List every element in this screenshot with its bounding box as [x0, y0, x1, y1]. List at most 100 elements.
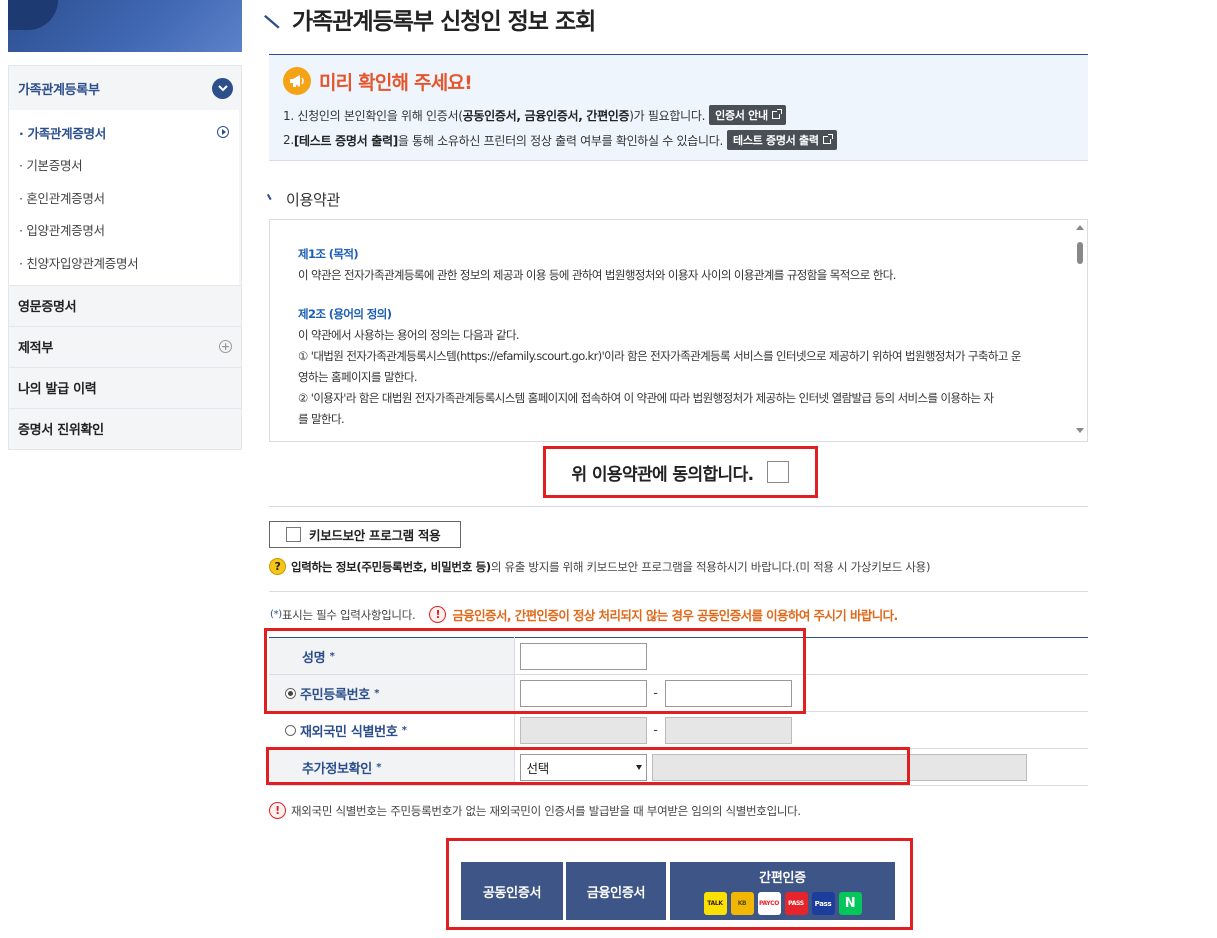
sidebar-item-label: 영문증명서	[18, 300, 77, 315]
sidebar-item-label: 제적부	[18, 341, 53, 356]
button-label: 금융인증서	[586, 885, 646, 901]
required-note: (*) 표시는 필수 입력사항입니다. ! 금융인증서, 간편인증이 정상 처리…	[270, 605, 898, 624]
sidebar: 가족관계등록부 · 가족관계증명서 · 기본증명서 · 혼인관계증명서 · 입양…	[8, 65, 242, 450]
megaphone-icon	[283, 67, 311, 95]
sidebar-submenu: · 가족관계증명서 · 기본증명서 · 혼인관계증명서 · 입양관계증명서 · …	[9, 110, 239, 285]
chevron-down-icon[interactable]	[212, 77, 233, 99]
foreign-id-footnote: ! 재외국민 식별번호는 주민등록번호가 없는 재외국민이 인증서를 발급받을 …	[269, 802, 801, 819]
terms-agree-checkbox[interactable]	[767, 461, 790, 483]
foreign-id-label: 재외국민 식별번호	[300, 724, 398, 740]
sidebar-item-verify-cert[interactable]: 증명서 진위확인	[9, 407, 241, 449]
financial-cert-button[interactable]: 금융인증서	[566, 862, 666, 920]
samsung-pass-logo-icon: Pass	[811, 892, 835, 915]
sidebar-item-label: 혼인관계증명서	[26, 190, 105, 206]
notice-text: )가 필요합니다.	[629, 108, 706, 123]
notice-line-2: 2. [테스트 증명서 출력] 을 통해 소유하신 프린터의 정상 출력 여부를 …	[283, 130, 1074, 150]
sidebar-item-english-cert[interactable]: 영문증명서	[9, 284, 241, 326]
form-row-foreign-id: 재외국민 식별번호 * -	[269, 711, 1088, 749]
sidebar-banner-image	[8, 0, 242, 52]
payco-logo-icon: PAYCO	[757, 892, 781, 915]
pass-logo-icon: PASS	[784, 892, 808, 915]
warning-icon: !	[269, 802, 286, 819]
terms-paragraph: 를 말한다.	[298, 412, 345, 426]
foreign-id-radio[interactable]	[285, 724, 296, 736]
question-icon: ?	[269, 558, 286, 575]
section-label-text: 이용약관	[286, 191, 341, 209]
terms-article-title: 제2조 (용어의 정의)	[298, 307, 392, 321]
warning-icon: !	[429, 606, 447, 623]
button-label: 인증서 안내	[715, 109, 768, 122]
section-mark-icon	[266, 191, 276, 200]
keyboard-security-button[interactable]: 키보드보안 프로그램 적용	[269, 521, 461, 548]
page-title: 가족관계등록부 신청인 정보 조회	[292, 9, 596, 35]
notice-box: 미리 확인해 주세요! 1. 신청인의 본인확인을 위해 인증서(공동인증서, …	[269, 54, 1088, 161]
sidebar-item-removed-register[interactable]: 제적부 +	[9, 325, 241, 367]
foreign-id-front-input	[519, 716, 647, 744]
naver-logo-icon: N	[838, 892, 862, 915]
footnote-text: 재외국민 식별번호는 주민등록번호가 없는 재외국민이 인증서를 발급받을 때 …	[291, 803, 801, 818]
info-text: 의 유출 방지를 위해 키보드보안 프로그램을 적용하시기 바랍니다.(미 적용…	[490, 559, 931, 574]
terms-article-title: 제1조 (목적)	[298, 247, 359, 261]
test-print-button[interactable]: 테스트 증명서 출력	[727, 130, 837, 150]
page-title-wrap: 가족관계등록부 신청인 정보 조회	[263, 2, 596, 36]
title-mark-icon	[263, 9, 287, 29]
required-mark: (*)	[270, 609, 282, 620]
cert-guide-button[interactable]: 인증서 안내	[709, 105, 786, 125]
button-label: 공동인증서	[482, 885, 542, 901]
terms-scrollbar[interactable]	[1073, 220, 1087, 441]
info-bold-text: 입력하는 정보(주민등록번호, 비밀번호 등)	[291, 559, 491, 574]
required-note-text: 표시는 필수 입력사항입니다.	[281, 607, 416, 622]
sidebar-item-family-cert[interactable]: · 가족관계증명서	[9, 116, 239, 149]
sidebar-item-basic-cert[interactable]: · 기본증명서	[9, 149, 239, 182]
sidebar-item-adoption-cert[interactable]: · 입양관계증명서	[9, 214, 239, 247]
sidebar-item-label: 기본증명서	[26, 158, 83, 174]
external-link-icon	[771, 109, 782, 119]
terms-paragraph: ① '대법원 전자가족관계등록시스템(https://efamily.scour…	[298, 349, 1021, 363]
simple-auth-logos: TALK KB PAYCO PASS Pass N	[702, 892, 864, 915]
button-label: 키보드보안 프로그램 적용	[309, 528, 441, 543]
notice-text: 1. 신청인의 본인확인을 위해 인증서(	[283, 108, 463, 123]
sidebar-item-full-adoption-cert[interactable]: · 친양자입양관계증명서	[9, 246, 239, 279]
joint-cert-button[interactable]: 공동인증서	[461, 862, 563, 920]
kakao-logo-icon: TALK	[703, 892, 727, 915]
button-label: 테스트 증명서 출력	[733, 134, 819, 147]
terms-agree-label: 위 이용약관에 동의합니다.	[571, 464, 755, 485]
sidebar-section-family-registry[interactable]: 가족관계등록부	[9, 66, 241, 110]
divider	[269, 591, 1088, 592]
notice-bold-text: [테스트 증명서 출력]	[293, 133, 398, 148]
terms-paragraph: 이 약관은 전자가족관계등록에 관한 정보의 제공과 이용 등에 관하여 법원행…	[298, 268, 896, 282]
highlight-box-extra-info	[266, 747, 910, 785]
sidebar-item-marriage-cert[interactable]: · 혼인관계증명서	[9, 181, 239, 214]
sidebar-item-label: 친양자입양관계증명서	[26, 255, 139, 271]
notice-line-1: 1. 신청인의 본인확인을 위해 인증서(공동인증서, 금융인증서, 간편인증)…	[283, 105, 1074, 125]
terms-paragraph: 이 약관에서 사용하는 용어의 정의는 다음과 같다.	[298, 328, 520, 342]
dash-separator: -	[653, 722, 658, 738]
keyboard-security-info: ? 입력하는 정보(주민등록번호, 비밀번호 등) 의 유출 방지를 위해 키보드…	[269, 558, 930, 575]
terms-paragraph: 영하는 홈페이지를 말한다.	[298, 370, 418, 384]
divider	[269, 506, 1088, 507]
scroll-thumb[interactable]	[1077, 242, 1083, 264]
terms-paragraph: ② '이용자'라 함은 대법원 전자가족관계등록시스템 홈페이지에 접속하여 이…	[298, 391, 994, 405]
plus-circle-icon: +	[219, 340, 232, 353]
sidebar-item-label: 입양관계증명서	[26, 223, 105, 239]
notice-text: 2.	[283, 133, 294, 147]
terms-scroll-box[interactable]: 제1조 (목적) 이 약관은 전자가족관계등록에 관한 정보의 제공과 이용 등…	[269, 219, 1088, 442]
scroll-up-icon[interactable]	[1076, 225, 1084, 230]
highlight-box-name-rrn	[264, 628, 806, 714]
simple-auth-button[interactable]: 간편인증 TALK KB PAYCO PASS Pass N	[670, 862, 895, 920]
terms-agree-row[interactable]: 위 이용약관에 동의합니다.	[545, 448, 816, 496]
keyboard-security-checkbox[interactable]	[286, 527, 301, 542]
warning-text: 금융인증서, 간편인증이 정상 처리되지 않는 경우 공동인증서를 이용하여 주…	[452, 608, 898, 623]
sidebar-item-label: 나의 발급 이력	[18, 382, 97, 397]
external-link-icon	[822, 134, 833, 144]
kb-logo-icon: KB	[730, 892, 754, 915]
notice-text: 을 통해 소유하신 프린터의 정상 출력 여부를 확인하실 수 있습니다.	[397, 133, 724, 148]
sidebar-item-label: 증명서 진위확인	[18, 423, 104, 438]
sidebar-item-issue-history[interactable]: 나의 발급 이력	[9, 366, 241, 408]
notice-bold-text: 공동인증서, 금융인증서, 간편인증	[462, 108, 630, 123]
sidebar-item-label: 가족관계증명서	[27, 125, 107, 141]
scroll-down-icon[interactable]	[1076, 428, 1084, 433]
foreign-id-back-input	[664, 716, 792, 744]
sidebar-section-label: 가족관계등록부	[18, 82, 100, 98]
notice-title: 미리 확인해 주세요!	[319, 71, 473, 94]
